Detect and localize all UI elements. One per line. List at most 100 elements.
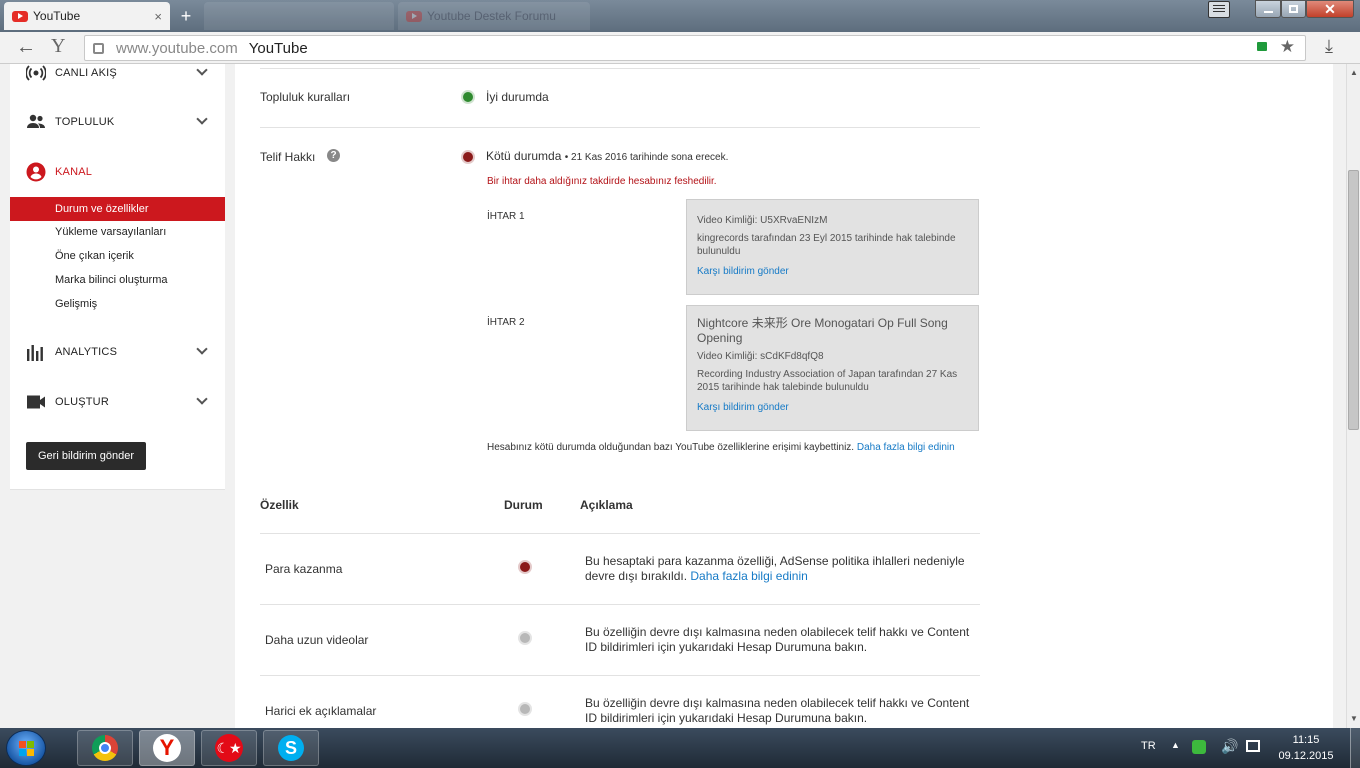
volume-icon[interactable]: 🔊 bbox=[1221, 738, 1238, 755]
chevron-down-icon[interactable] bbox=[196, 113, 208, 125]
counter-notification-link[interactable]: Karşı bildirim gönder bbox=[697, 265, 968, 278]
strike-video-title: Nightcore 未来形 Ore Monogatari Op Full Son… bbox=[697, 316, 948, 345]
scroll-up-arrow-icon[interactable]: ▲ bbox=[1350, 68, 1358, 77]
good-status-dot bbox=[461, 90, 475, 104]
divider bbox=[260, 68, 980, 69]
account-notice-text: Hesabınız kötü durumda olduğundan bazı Y… bbox=[487, 442, 855, 453]
tab-blurred[interactable] bbox=[204, 2, 394, 30]
feature-description: Bu özelliğin devre dışı kalmasına neden … bbox=[585, 696, 970, 725]
skype-taskbar-button[interactable]: S bbox=[263, 730, 319, 766]
new-tab-button[interactable]: + bbox=[174, 2, 198, 30]
sidebar-item-analytics[interactable]: ANALYTICS bbox=[10, 337, 225, 367]
sidebar-item-upload-defaults[interactable]: Yükleme varsayılanları bbox=[10, 220, 225, 244]
address-bar[interactable]: www.youtube.com YouTube ★ bbox=[84, 35, 1306, 61]
copyright-status: Kötü durumda • 21 Kas 2016 tarihinde son… bbox=[486, 149, 728, 163]
skype-icon: S bbox=[278, 735, 304, 761]
sidebar-item-community[interactable]: TOPLULUK bbox=[10, 107, 225, 137]
sidebar-section-label: TOPLULUK bbox=[55, 116, 115, 128]
yandex-browser-icon: Y bbox=[153, 734, 181, 762]
help-icon[interactable]: ? bbox=[327, 149, 340, 162]
sidebar-item-branding[interactable]: Marka bilinci oluşturma bbox=[10, 268, 225, 292]
reload-icon[interactable] bbox=[93, 42, 104, 54]
clock-date: 09.12.2015 bbox=[1278, 750, 1334, 762]
close-icon: ✕ bbox=[1324, 0, 1336, 17]
analytics-icon bbox=[27, 345, 43, 361]
yandex-taskbar-button[interactable]: Y bbox=[139, 730, 195, 766]
divider bbox=[260, 127, 980, 128]
main-content: Topluluk kuralları İyi durumda Telif Hak… bbox=[235, 64, 1333, 728]
security-shield-icon[interactable] bbox=[1192, 740, 1206, 754]
bad-status-dot bbox=[461, 150, 475, 164]
copyright-status-value: Kötü durumda bbox=[486, 149, 562, 163]
feature-column-header: Özellik bbox=[260, 498, 299, 512]
feature-name: Harici ek açıklamalar bbox=[265, 704, 377, 718]
address-toolbar: ← Y www.youtube.com YouTube ★ ⤓ bbox=[0, 32, 1360, 64]
copyright-label: Telif Hakkı bbox=[260, 150, 316, 164]
community-status-value: İyi durumda bbox=[486, 90, 549, 104]
unavailable-status-dot bbox=[518, 702, 532, 716]
youtube-favicon-icon bbox=[406, 10, 422, 22]
sidebar-section-label: ANALYTICS bbox=[55, 346, 118, 358]
flag-taskbar-button[interactable]: ☾★ bbox=[201, 730, 257, 766]
channel-icon bbox=[26, 162, 46, 182]
vertical-scrollbar[interactable]: ▲ ▼ bbox=[1346, 64, 1360, 728]
divider bbox=[260, 533, 980, 534]
start-orb-icon[interactable] bbox=[6, 730, 46, 766]
menu-icon[interactable] bbox=[1208, 1, 1230, 18]
browser-tab-bar: YouTube × + Youtube Destek Forumu ✕ bbox=[0, 0, 1360, 32]
chevron-down-icon[interactable] bbox=[196, 64, 208, 76]
tab-title: YouTube bbox=[33, 9, 81, 23]
learn-more-link[interactable]: Daha fazla bilgi edinin bbox=[690, 569, 807, 583]
sidebar-item-status-features[interactable]: Durum ve özellikler bbox=[10, 197, 225, 221]
turkey-flag-icon: ☾★ bbox=[215, 734, 243, 762]
bookmark-star-icon[interactable]: ★ bbox=[1280, 37, 1295, 57]
sidebar-section-label: CANLI AKIŞ bbox=[55, 67, 117, 79]
show-desktop-button[interactable] bbox=[1350, 728, 1360, 768]
lock-icon[interactable] bbox=[1257, 42, 1267, 51]
divider bbox=[260, 604, 980, 605]
strike-video-id: Video Kimliği: U5XRvaENIzM bbox=[697, 215, 828, 226]
sidebar-item-create[interactable]: OLUŞTUR bbox=[10, 387, 225, 417]
disabled-status-dot bbox=[518, 560, 532, 574]
sidebar-item-advanced[interactable]: Gelişmiş bbox=[10, 292, 225, 316]
send-feedback-button[interactable]: Geri bildirim gönder bbox=[26, 442, 146, 470]
download-icon[interactable]: ⤓ bbox=[1325, 36, 1333, 57]
yandex-logo-icon[interactable]: Y bbox=[51, 35, 65, 58]
counter-notification-link[interactable]: Karşı bildirim gönder bbox=[697, 401, 968, 414]
tab-support-forum[interactable]: Youtube Destek Forumu bbox=[398, 2, 590, 30]
chrome-taskbar-button[interactable] bbox=[77, 730, 133, 766]
live-icon bbox=[26, 65, 46, 81]
learn-more-link[interactable]: Daha fazla bilgi edinin bbox=[857, 442, 955, 453]
clock[interactable]: 11:15 09.12.2015 bbox=[1276, 732, 1336, 764]
chevron-down-icon[interactable] bbox=[196, 393, 208, 405]
back-arrow-icon[interactable]: ← bbox=[16, 36, 36, 59]
close-window-button[interactable]: ✕ bbox=[1306, 0, 1354, 18]
restore-button[interactable] bbox=[1281, 0, 1306, 18]
status-column-header: Durum bbox=[504, 498, 543, 512]
sidebar: CANLI AKIŞ TOPLULUK KANAL Durum ve özell… bbox=[10, 64, 225, 490]
chevron-down-icon[interactable] bbox=[196, 343, 208, 355]
url-domain: www.youtube.com bbox=[116, 39, 238, 57]
sidebar-item-live[interactable]: CANLI AKIŞ bbox=[10, 64, 225, 88]
scrollbar-thumb[interactable] bbox=[1348, 170, 1359, 430]
strike-2-card: Nightcore 未来形 Ore Monogatari Op Full Son… bbox=[686, 305, 979, 431]
tab-close-icon[interactable]: × bbox=[154, 9, 162, 24]
community-guidelines-label: Topluluk kuralları bbox=[260, 90, 351, 104]
divider bbox=[260, 675, 980, 676]
strike-claim: Recording Industry Association of Japan … bbox=[697, 369, 958, 393]
scroll-down-arrow-icon[interactable]: ▼ bbox=[1350, 714, 1358, 723]
sidebar-item-featured-content[interactable]: Öne çıkan içerik bbox=[10, 244, 225, 268]
feature-description: Bu özelliğin devre dışı kalmasına neden … bbox=[585, 625, 970, 654]
tray-expand-icon[interactable]: ▲ bbox=[1171, 740, 1180, 750]
tab-youtube[interactable]: YouTube × bbox=[4, 2, 170, 30]
sidebar-item-channel[interactable]: KANAL bbox=[10, 157, 225, 187]
network-icon[interactable] bbox=[1246, 740, 1260, 752]
restore-icon bbox=[1289, 5, 1298, 13]
feature-name: Para kazanma bbox=[265, 562, 343, 576]
copyright-expiry: • 21 Kas 2016 tarihinde sona erecek. bbox=[564, 152, 729, 163]
sidebar-section-label: OLUŞTUR bbox=[55, 396, 109, 408]
windows-taskbar: Y ☾★ S TR ▲ 🔊 11:15 09.12.2015 bbox=[0, 728, 1360, 768]
language-indicator[interactable]: TR bbox=[1141, 740, 1156, 752]
minimize-button[interactable] bbox=[1255, 0, 1281, 18]
sidebar-section-label: KANAL bbox=[55, 166, 93, 178]
